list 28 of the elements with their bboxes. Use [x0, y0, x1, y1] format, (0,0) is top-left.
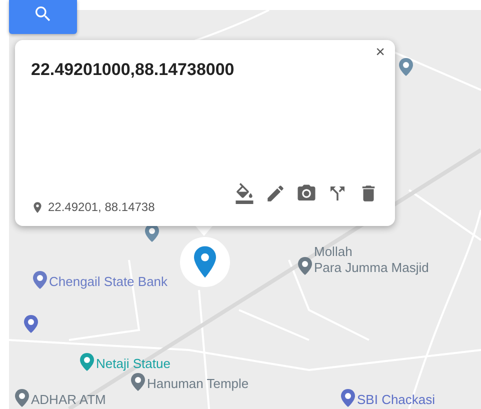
place-label: ADHAR ATM — [31, 392, 106, 407]
place-label: Chengail State Bank — [49, 274, 168, 289]
map-pin-icon — [15, 389, 29, 407]
pin-icon — [31, 200, 44, 214]
popup-title: 22.49201000,88.14738000 — [31, 60, 236, 80]
location-marker[interactable] — [180, 237, 230, 287]
map-pin-icon — [131, 373, 145, 391]
paint-bucket-icon — [234, 183, 255, 204]
location-pin-icon — [194, 246, 216, 278]
pencil-icon — [265, 183, 286, 204]
map-pin-icon — [341, 389, 355, 407]
place-label: Netaji Statue — [96, 356, 170, 371]
map-pin-icon — [298, 257, 312, 275]
coordinates-text: 22.49201, 88.14738 — [48, 200, 155, 214]
map-pin-icon — [80, 353, 94, 371]
close-button[interactable]: × — [372, 42, 389, 64]
place-label: Para Jumma Masjid — [314, 260, 429, 275]
search-button[interactable] — [9, 0, 77, 34]
map-pin-icon — [24, 315, 38, 333]
place-label: SBI Chackasi — [357, 392, 436, 407]
paint-bucket-button[interactable] — [234, 183, 255, 204]
place-label: Hanuman Temple — [147, 376, 249, 391]
map-pin-icon — [399, 58, 413, 76]
map-pin-icon — [33, 271, 47, 289]
pencil-button[interactable] — [265, 183, 286, 204]
place-label: Mollah — [314, 244, 352, 259]
map-background[interactable]: Mollah Para Jumma Masjid Chengail State Bank Netaji Statue Hanuman Temple ADHAR ATM SBI Chackasi × 22.49201000,88.14738000 22.49201, 88.14738 — [9, 10, 481, 409]
search-icon — [33, 4, 53, 24]
